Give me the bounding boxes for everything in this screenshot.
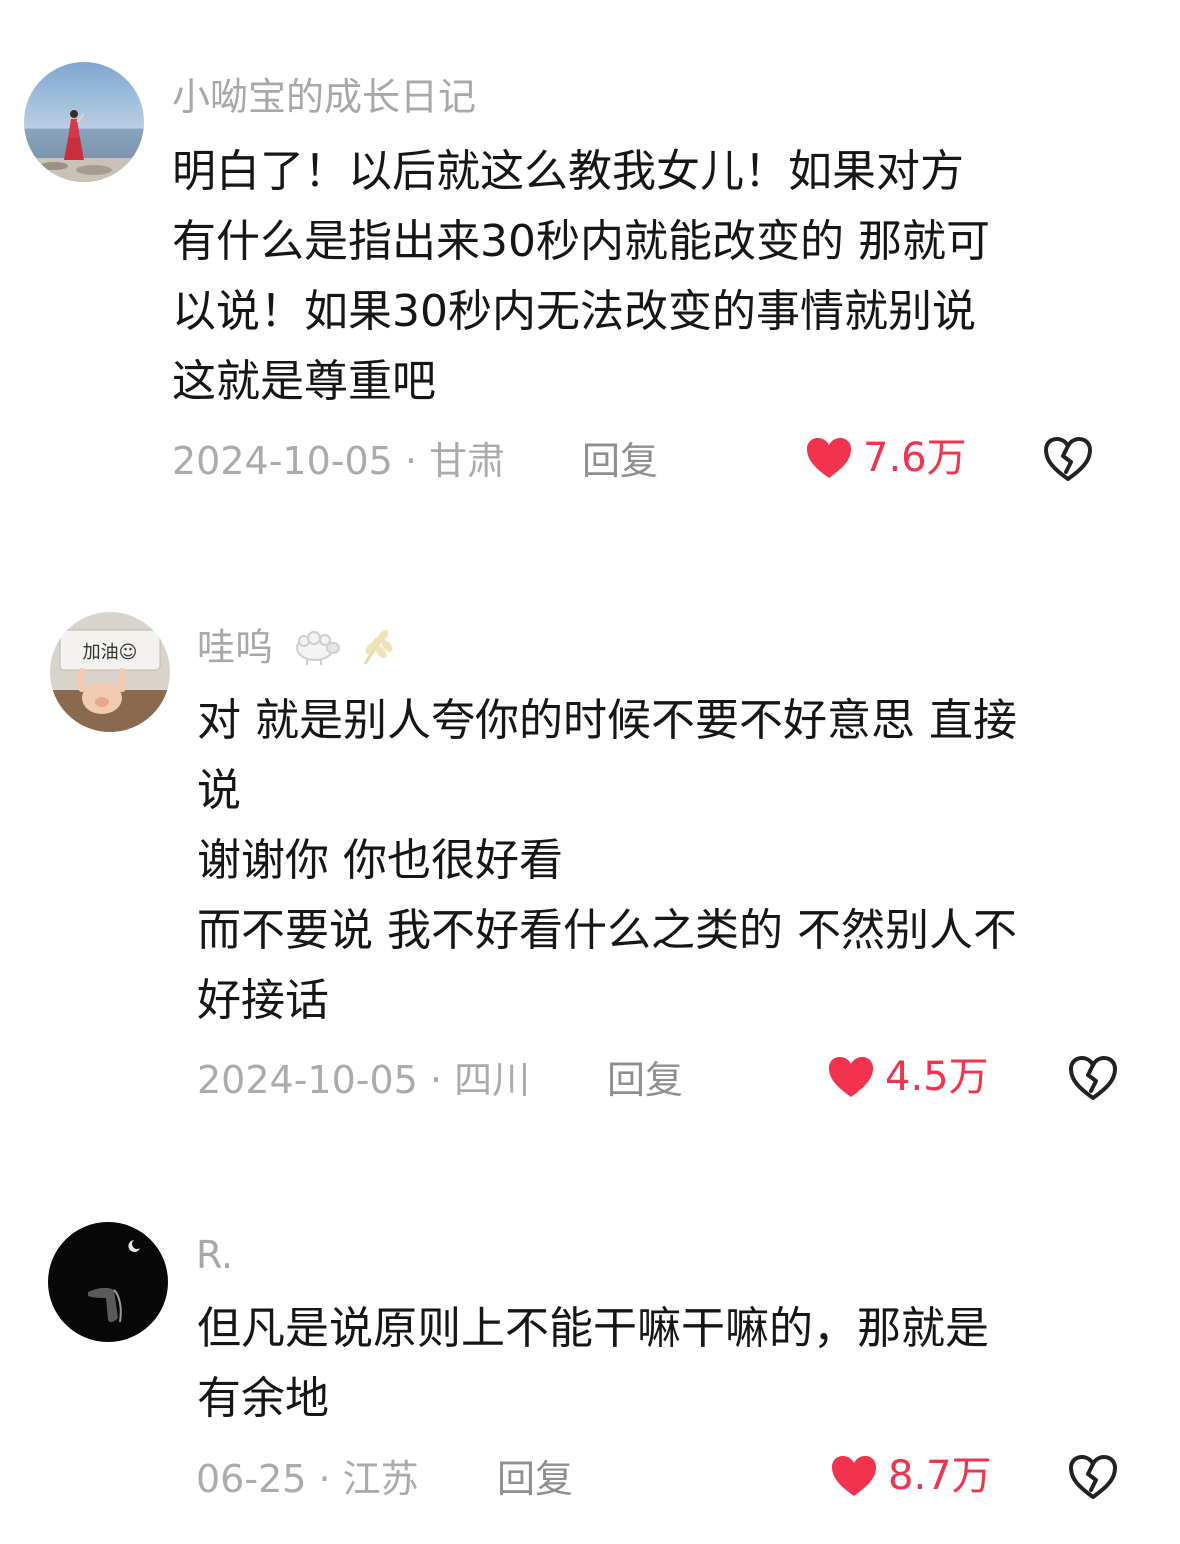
reply-button[interactable]: 回复 (497, 1460, 573, 1498)
comment-text-line: 但凡是说原则上不能干嘛干嘛的，那就是 (197, 1303, 989, 1354)
heart-filled-icon (830, 1454, 878, 1498)
like-count: 8.7万 (888, 1453, 992, 1499)
broken-heart-icon (1068, 1455, 1118, 1506)
comment-text-line: 有余地 (197, 1373, 329, 1424)
like-button[interactable]: 8.7万 (830, 1454, 992, 1498)
comment-item: R. 但凡是说原则上不能干嘛干嘛的，那就是 有余地 06-25 · 江苏 回复 … (0, 0, 1180, 1544)
avatar[interactable] (48, 1222, 168, 1342)
username[interactable]: R. (196, 1236, 233, 1274)
avatar-dark-silhouette (48, 1222, 168, 1342)
dislike-button[interactable] (1068, 1452, 1118, 1502)
comment-text: 但凡是说原则上不能干嘛干嘛的，那就是 有余地 (197, 1294, 989, 1434)
date-location: 06-25 · 江苏 (196, 1457, 419, 1501)
